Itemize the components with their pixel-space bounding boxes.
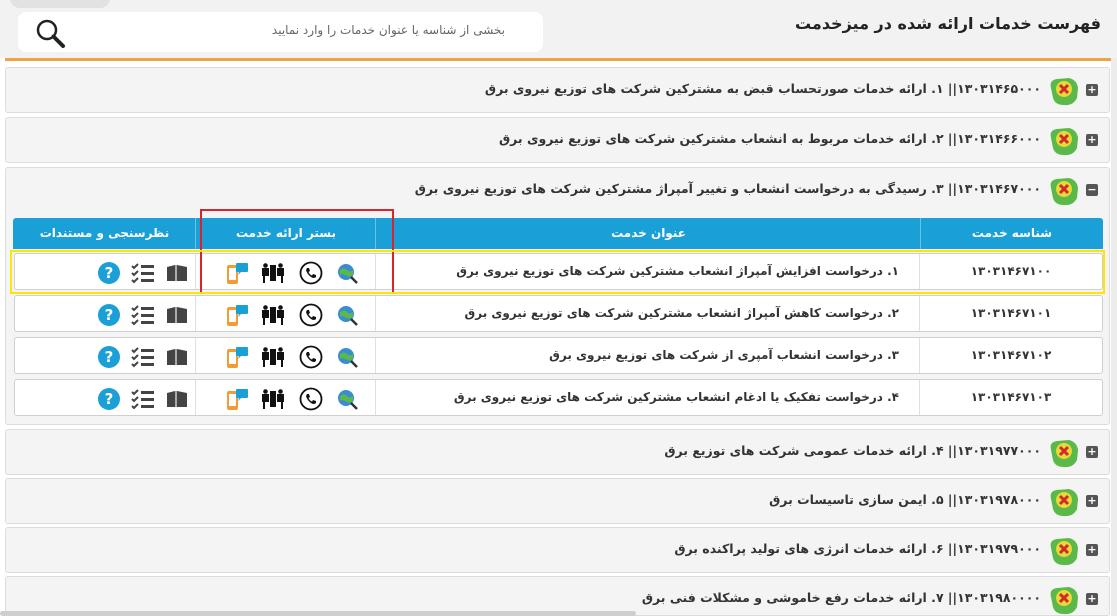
documents-icon[interactable] bbox=[165, 345, 189, 369]
platform-cell bbox=[195, 296, 375, 331]
platform-cell bbox=[195, 380, 375, 415]
phone-icon[interactable] bbox=[299, 303, 323, 327]
electricity-logo-icon bbox=[1050, 538, 1078, 566]
mobile-app-icon[interactable] bbox=[225, 303, 249, 327]
web-service-icon[interactable] bbox=[335, 345, 359, 369]
help-icon[interactable]: ? bbox=[97, 345, 121, 369]
documents-icon[interactable] bbox=[165, 303, 189, 327]
category-title: ۱۳۰۳۱۴۶۵۰۰۰|| ۱. ارائه خدمات صورتحساب قب… bbox=[484, 81, 1041, 96]
evaluation-cell: ? bbox=[13, 296, 195, 331]
divider bbox=[5, 58, 1112, 61]
mobile-app-icon[interactable] bbox=[225, 345, 249, 369]
search-box bbox=[18, 12, 543, 52]
electricity-logo-icon bbox=[1050, 489, 1078, 517]
expand-icon[interactable]: + bbox=[1086, 446, 1098, 458]
category-title: ۱۳۰۳۱۹۸۰۰۰۰|| ۷. ارائه خدمات رفع خاموشی … bbox=[641, 590, 1041, 605]
service-title[interactable]: ۴. درخواست تفکیک یا ادغام انشعاب مشترکین… bbox=[375, 380, 920, 415]
service-title[interactable]: ۳. درخواست انشعاب آمپری از شرکت های توزی… bbox=[375, 338, 920, 373]
category-title: ۱۳۰۳۱۹۷۷۰۰۰|| ۴. ارائه خدمات عمومی شرکت … bbox=[664, 443, 1041, 458]
category-title: ۱۳۰۳۱۴۶۷۰۰۰|| ۳. رسیدگی به درخواست انشعا… bbox=[414, 181, 1041, 196]
category-header[interactable]: + ۱۳۰۳۱۹۷۹۰۰۰|| ۶. ارائه خدمات انرژی های… bbox=[6, 528, 1109, 572]
table-row[interactable]: ۱۳۰۳۱۴۶۷۱۰۱ ۲. درخواست کاهش آمپراژ انشعا… bbox=[14, 295, 1103, 332]
expand-icon[interactable]: + bbox=[1086, 134, 1098, 146]
expand-icon[interactable]: + bbox=[1086, 495, 1098, 507]
phone-icon[interactable] bbox=[299, 345, 323, 369]
category-title: ۱۳۰۳۱۹۷۹۰۰۰|| ۶. ارائه خدمات انرژی های ت… bbox=[674, 541, 1041, 556]
category-title: ۱۳۰۳۱۹۷۸۰۰۰|| ۵. ایمن سازی تاسیسات برق bbox=[769, 492, 1041, 507]
vertical-scrollbar[interactable] bbox=[1111, 58, 1117, 616]
category-panel: + ۱۳۰۳۱۴۶۵۰۰۰|| ۱. ارائه خدمات صورتحساب … bbox=[5, 67, 1110, 113]
collapse-icon[interactable]: − bbox=[1086, 184, 1098, 196]
platform-cell bbox=[195, 338, 375, 373]
electricity-logo-icon bbox=[1050, 440, 1078, 468]
expand-icon[interactable]: + bbox=[1086, 544, 1098, 556]
electricity-logo-icon bbox=[1050, 178, 1078, 206]
checklist-icon[interactable] bbox=[131, 387, 155, 411]
service-id: ۱۳۰۳۱۴۶۷۱۰۳ bbox=[970, 390, 1052, 404]
table-row[interactable]: ۱۳۰۳۱۴۶۷۱۰۲ ۳. درخواست انشعاب آمپری از ش… bbox=[14, 337, 1103, 374]
evaluation-cell: ? bbox=[13, 338, 195, 373]
top-decoration bbox=[10, 0, 110, 8]
mobile-app-icon[interactable] bbox=[225, 387, 249, 411]
expand-icon[interactable]: + bbox=[1086, 84, 1098, 96]
svg-text:?: ? bbox=[105, 390, 114, 408]
electricity-logo-icon bbox=[1050, 128, 1078, 156]
category-panel: + ۱۳۰۳۱۹۷۹۰۰۰|| ۶. ارائه خدمات انرژی های… bbox=[5, 527, 1110, 573]
evaluation-cell: ? bbox=[13, 380, 195, 415]
header-service-title: عنوان خدمت bbox=[611, 226, 686, 240]
service-title[interactable]: ۲. درخواست کاهش آمپراژ انشعاب مشترکین شر… bbox=[375, 296, 920, 331]
top-bar: فهرست خدمات ارائه شده در میزخدمت bbox=[0, 0, 1117, 58]
search-icon[interactable] bbox=[34, 17, 66, 49]
checklist-icon[interactable] bbox=[131, 345, 155, 369]
service-id: ۱۳۰۳۱۴۶۷۱۰۱ bbox=[970, 306, 1052, 320]
table-row[interactable]: ۱۳۰۳۱۴۶۷۱۰۳ ۴. درخواست تفکیک یا ادغام ان… bbox=[14, 379, 1103, 416]
search-input[interactable] bbox=[145, 23, 505, 37]
page-title: فهرست خدمات ارائه شده در میزخدمت bbox=[794, 14, 1101, 33]
web-service-icon[interactable] bbox=[335, 387, 359, 411]
expand-icon[interactable]: + bbox=[1086, 593, 1098, 605]
electricity-logo-icon bbox=[1050, 587, 1078, 615]
category-panel: + ۱۳۰۳۱۹۸۰۰۰۰|| ۷. ارائه خدمات رفع خاموش… bbox=[5, 576, 1110, 616]
category-panel: + ۱۳۰۳۱۴۶۶۰۰۰|| ۲. ارائه خدمات مربوط به … bbox=[5, 117, 1110, 163]
phone-icon[interactable] bbox=[299, 387, 323, 411]
svg-text:?: ? bbox=[105, 348, 114, 366]
service-id: ۱۳۰۳۱۴۶۷۱۰۲ bbox=[970, 348, 1052, 362]
electricity-logo-icon bbox=[1050, 78, 1078, 106]
help-icon[interactable]: ? bbox=[97, 387, 121, 411]
documents-icon[interactable] bbox=[165, 387, 189, 411]
help-icon[interactable]: ? bbox=[97, 303, 121, 327]
header-service-id: شناسه خدمت bbox=[971, 226, 1053, 240]
highlight-first-row bbox=[10, 250, 1105, 294]
svg-text:?: ? bbox=[105, 306, 114, 324]
category-header[interactable]: + ۱۳۰۳۱۹۷۸۰۰۰|| ۵. ایمن سازی تاسیسات برق bbox=[6, 479, 1109, 523]
checklist-icon[interactable] bbox=[131, 303, 155, 327]
category-title: ۱۳۰۳۱۴۶۶۰۰۰|| ۲. ارائه خدمات مربوط به ان… bbox=[498, 131, 1041, 146]
horizontal-scrollbar[interactable] bbox=[0, 611, 636, 616]
category-panel: + ۱۳۰۳۱۹۷۷۰۰۰|| ۴. ارائه خدمات عمومی شرک… bbox=[5, 429, 1110, 475]
in-person-icon[interactable] bbox=[261, 387, 285, 411]
category-header[interactable]: + ۱۳۰۳۱۴۶۵۰۰۰|| ۱. ارائه خدمات صورتحساب … bbox=[6, 68, 1109, 112]
web-service-icon[interactable] bbox=[335, 303, 359, 327]
category-header[interactable]: + ۱۳۰۳۱۹۷۷۰۰۰|| ۴. ارائه خدمات عمومی شرک… bbox=[6, 430, 1109, 474]
category-header[interactable]: + ۱۳۰۳۱۴۶۶۰۰۰|| ۲. ارائه خدمات مربوط به … bbox=[6, 118, 1109, 162]
services-table-header: شناسه خدمت عنوان خدمت بستر ارائه خدمت نظ… bbox=[13, 218, 1103, 249]
in-person-icon[interactable] bbox=[261, 345, 285, 369]
category-header[interactable]: − ۱۳۰۳۱۴۶۷۰۰۰|| ۳. رسیدگی به درخواست انش… bbox=[6, 168, 1109, 212]
category-panel: + ۱۳۰۳۱۹۷۸۰۰۰|| ۵. ایمن سازی تاسیسات برق bbox=[5, 478, 1110, 524]
in-person-icon[interactable] bbox=[261, 303, 285, 327]
header-evaluation-docs: نظرسنجی و مستندات bbox=[39, 226, 170, 240]
